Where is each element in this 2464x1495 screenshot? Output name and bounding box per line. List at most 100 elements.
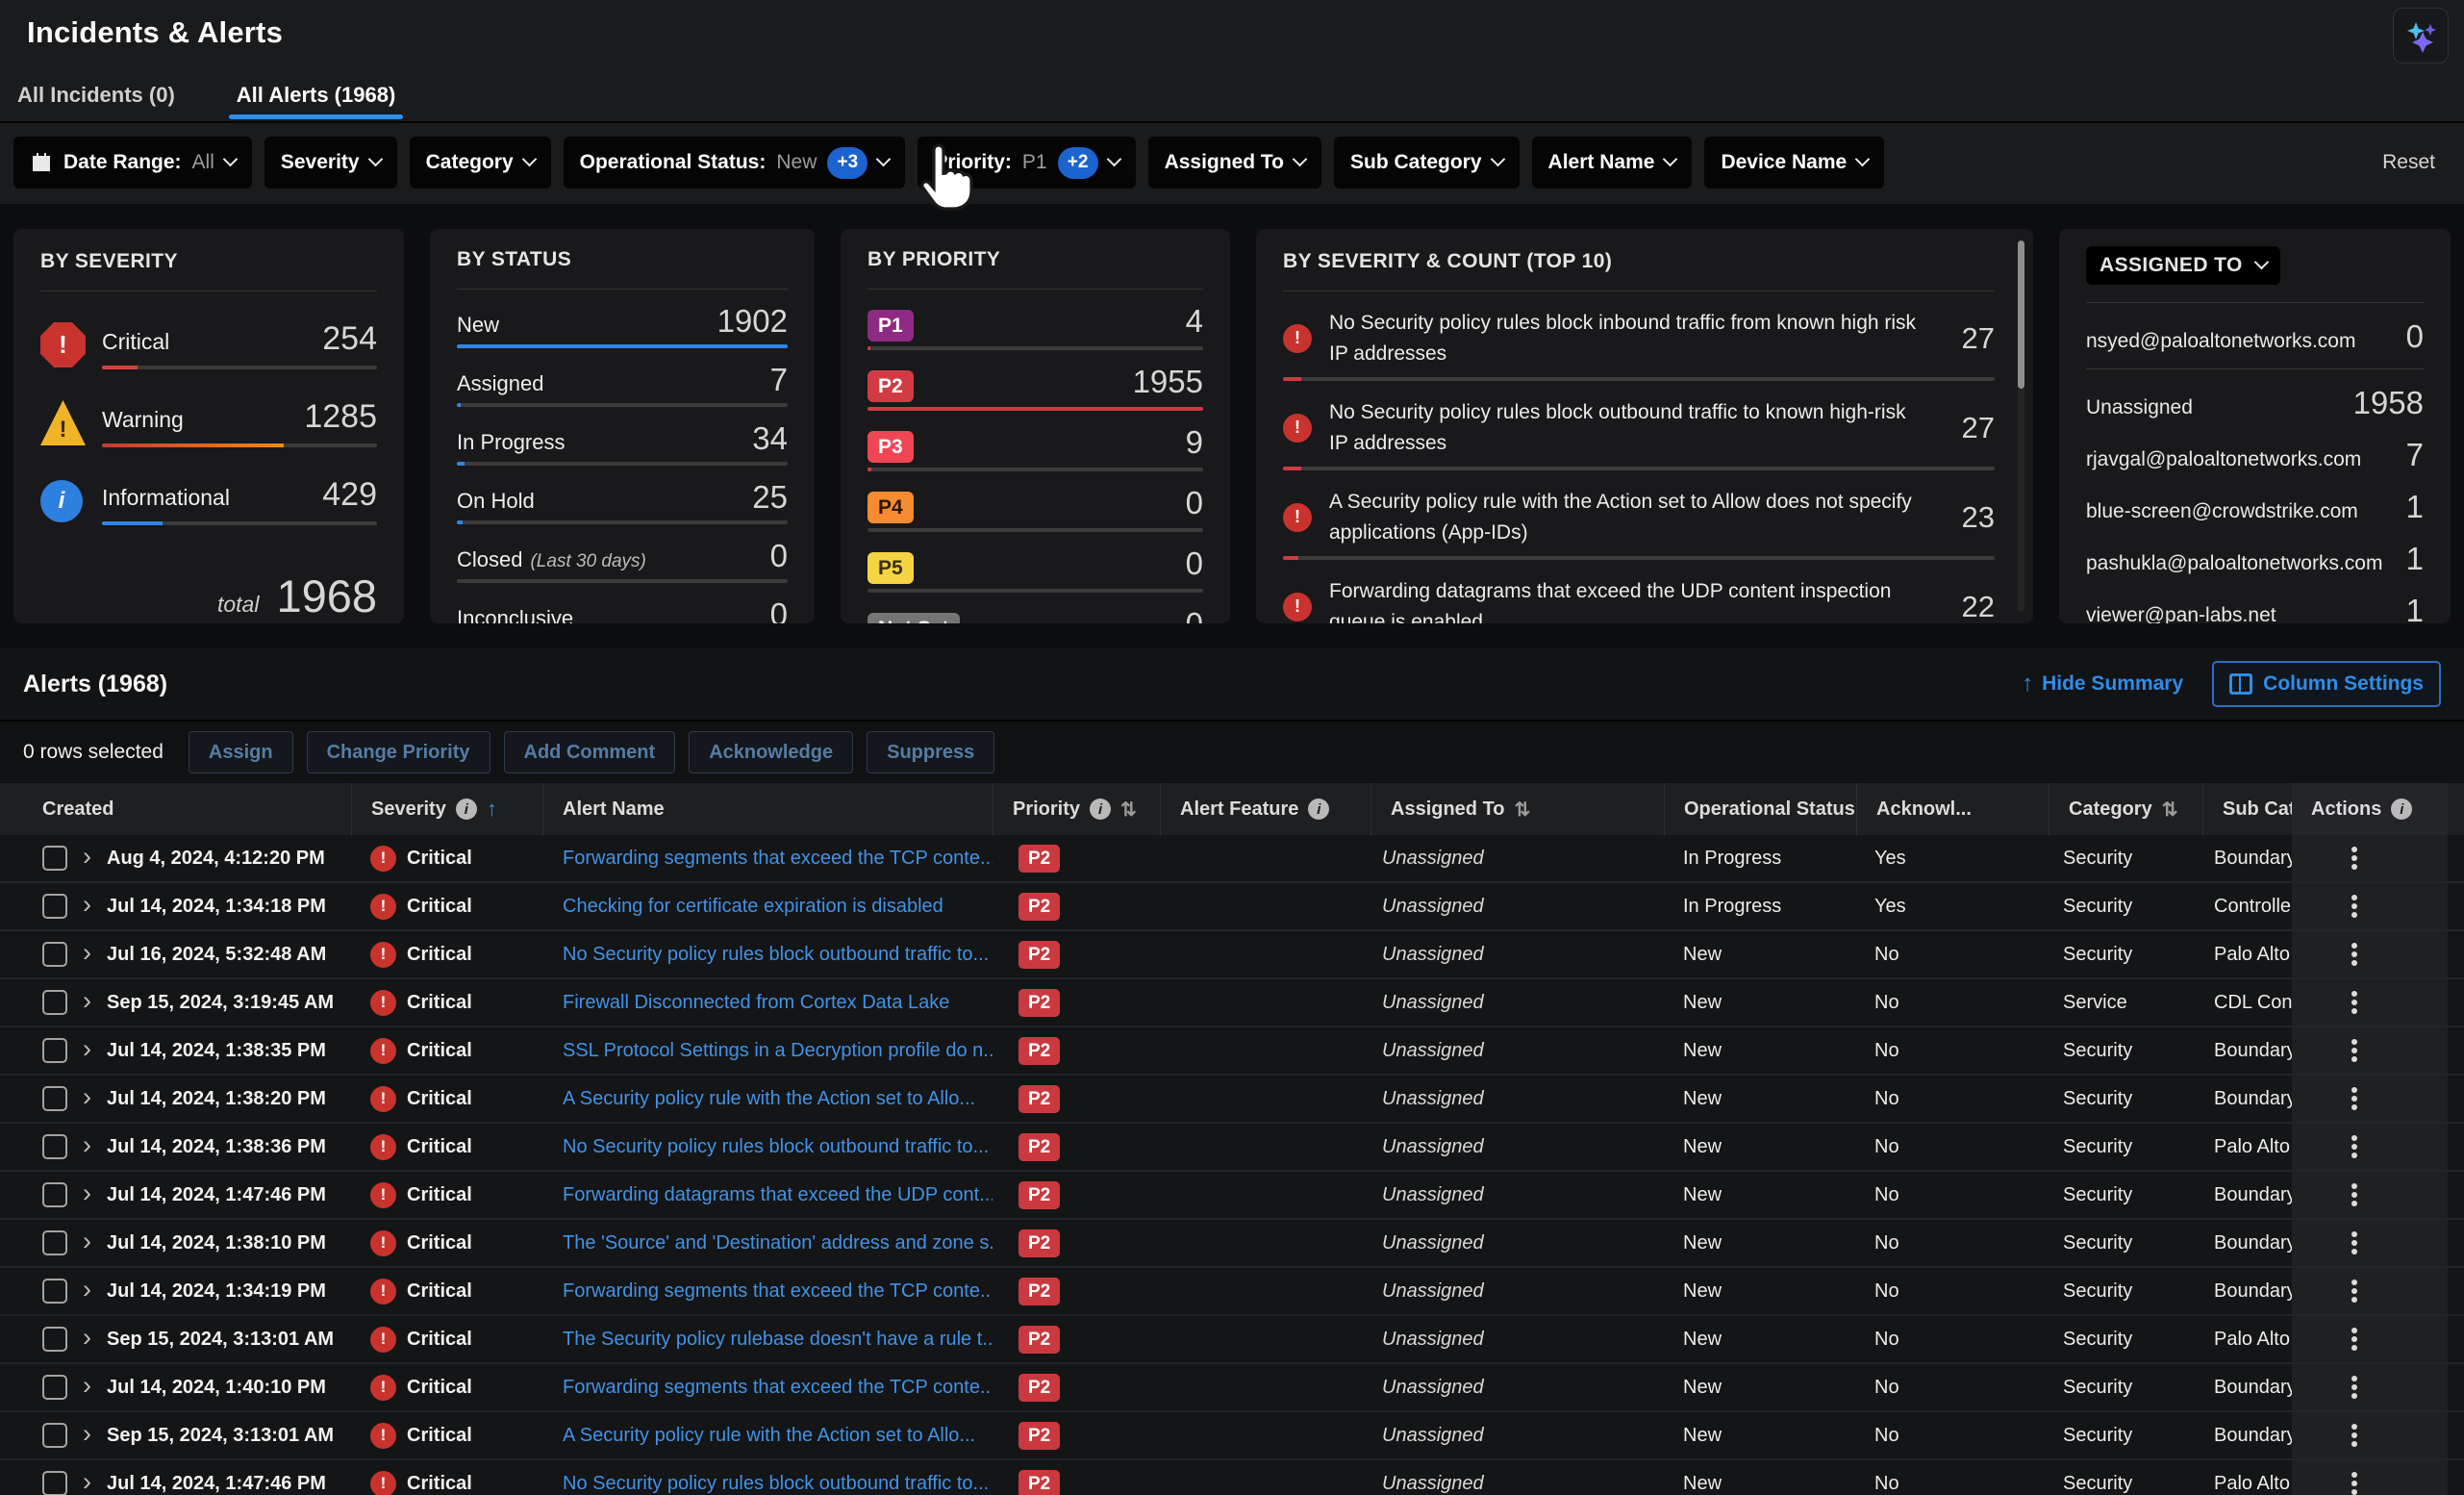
- column-header-severity[interactable]: Severityi↑: [351, 783, 542, 835]
- tab-all-incidents[interactable]: All Incidents (0): [13, 83, 179, 121]
- row-expand-chevron-icon[interactable]: ›: [83, 1182, 91, 1206]
- alert-name-link[interactable]: Forwarding datagrams that exceed the UDP…: [542, 1184, 993, 1206]
- assigned-to-value: Unassigned: [1370, 1425, 1664, 1447]
- info-icon: i: [1308, 798, 1329, 820]
- alert-name-link[interactable]: No Security policy rules block outbound …: [542, 1473, 993, 1495]
- row-checkbox[interactable]: [42, 1038, 67, 1063]
- bulk-action-button[interactable]: Assign: [189, 731, 293, 773]
- assigned-to-dropdown[interactable]: ASSIGNED TO: [2086, 246, 2280, 285]
- row-expand-chevron-icon[interactable]: ›: [83, 990, 91, 1014]
- card-scrollbar-track[interactable]: [2018, 241, 2024, 612]
- row-expand-chevron-icon[interactable]: ›: [83, 1086, 91, 1110]
- alert-name-link[interactable]: No Security policy rules block outbound …: [542, 1136, 993, 1158]
- filter-device-name[interactable]: Device Name: [1704, 137, 1884, 189]
- filter-priority[interactable]: Priority: P1 +2: [918, 137, 1135, 189]
- filter-date-range[interactable]: Date Range: All: [13, 137, 252, 189]
- row-expand-chevron-icon[interactable]: ›: [83, 942, 91, 966]
- row-checkbox[interactable]: [42, 1327, 67, 1352]
- alert-name-link[interactable]: The Security policy rulebase doesn't hav…: [542, 1329, 993, 1351]
- alert-name-link[interactable]: Firewall Disconnected from Cortex Data L…: [542, 992, 993, 1014]
- row-expand-chevron-icon[interactable]: ›: [83, 1038, 91, 1062]
- row-expand-chevron-icon[interactable]: ›: [83, 1375, 91, 1399]
- column-header-alert-name[interactable]: Alert Name: [542, 783, 993, 835]
- row-expand-chevron-icon[interactable]: ›: [83, 1471, 91, 1495]
- row-expand-chevron-icon[interactable]: ›: [83, 894, 91, 918]
- status-label: New: [457, 313, 499, 337]
- row-expand-chevron-icon[interactable]: ›: [83, 846, 91, 870]
- filter-sub-category[interactable]: Sub Category: [1334, 137, 1520, 189]
- kebab-menu-icon[interactable]: [2351, 903, 2357, 909]
- column-header-category[interactable]: Category⇅: [2049, 783, 2202, 835]
- kebab-menu-icon[interactable]: [2351, 1481, 2357, 1486]
- kebab-menu-icon[interactable]: [2351, 951, 2357, 957]
- column-header-assigned-to[interactable]: Assigned To⇅: [1370, 783, 1664, 835]
- column-header-priority[interactable]: Priorityi⇅: [993, 783, 1160, 835]
- status-bar: [457, 403, 461, 407]
- bulk-action-button[interactable]: Change Priority: [307, 731, 490, 773]
- alert-name-link[interactable]: Forwarding segments that exceed the TCP …: [542, 1280, 993, 1303]
- row-expand-chevron-icon[interactable]: ›: [83, 1279, 91, 1303]
- row-checkbox[interactable]: [42, 1230, 67, 1255]
- reset-filters-button[interactable]: Reset: [2382, 151, 2449, 174]
- filter-assigned-to[interactable]: Assigned To: [1148, 137, 1321, 189]
- row-checkbox[interactable]: [42, 1423, 67, 1448]
- alert-name-link[interactable]: SSL Protocol Settings in a Decryption pr…: [542, 1040, 993, 1062]
- row-checkbox[interactable]: [42, 894, 67, 919]
- column-settings-button[interactable]: Column Settings: [2212, 661, 2441, 707]
- row-checkbox[interactable]: [42, 1134, 67, 1159]
- column-header-operational-status[interactable]: Operational Status⇅: [1664, 783, 1856, 835]
- chevron-down-icon: [1663, 152, 1678, 167]
- bulk-action-button[interactable]: Acknowledge: [689, 731, 853, 773]
- kebab-menu-icon[interactable]: [2351, 1096, 2357, 1102]
- filter-operational-status[interactable]: Operational Status: New +3: [564, 137, 906, 189]
- kebab-menu-icon[interactable]: [2351, 1192, 2357, 1198]
- filter-label: Assigned To: [1165, 151, 1284, 174]
- row-actions-cell: [2292, 1364, 2448, 1410]
- tab-all-alerts[interactable]: All Alerts (1968): [233, 83, 399, 121]
- alert-name-link[interactable]: Checking for certificate expiration is d…: [542, 896, 993, 918]
- card-scrollbar-thumb[interactable]: [2018, 241, 2024, 389]
- row-checkbox[interactable]: [42, 942, 67, 967]
- kebab-menu-icon[interactable]: [2351, 1432, 2357, 1438]
- alert-name-link[interactable]: No Security policy rules block outbound …: [542, 944, 993, 966]
- alert-name-link[interactable]: A Security policy rule with the Action s…: [542, 1425, 993, 1447]
- ai-copilot-button[interactable]: [2393, 8, 2449, 63]
- alert-name-link[interactable]: Forwarding segments that exceed the TCP …: [542, 1377, 993, 1399]
- kebab-menu-icon[interactable]: [2351, 1000, 2357, 1005]
- filter-alert-name[interactable]: Alert Name: [1532, 137, 1693, 189]
- row-checkbox[interactable]: [42, 846, 67, 871]
- top10-row: ! Forwarding datagrams that exceed the U…: [1283, 576, 1995, 623]
- kebab-menu-icon[interactable]: [2351, 1288, 2357, 1294]
- row-checkbox[interactable]: [42, 1279, 67, 1304]
- filter-value: New: [776, 151, 817, 174]
- row-checkbox[interactable]: [42, 1182, 67, 1207]
- kebab-menu-icon[interactable]: [2351, 1384, 2357, 1390]
- kebab-menu-icon[interactable]: [2351, 1048, 2357, 1053]
- column-header-alert-feature[interactable]: Alert Featurei: [1160, 783, 1370, 835]
- row-expand-chevron-icon[interactable]: ›: [83, 1423, 91, 1447]
- column-header-acknowledged[interactable]: Acknowl...: [1856, 783, 2049, 835]
- bulk-action-button[interactable]: Suppress: [867, 731, 994, 773]
- row-checkbox[interactable]: [42, 1471, 67, 1495]
- bulk-action-button[interactable]: Add Comment: [504, 731, 676, 773]
- kebab-menu-icon[interactable]: [2351, 1240, 2357, 1246]
- row-expand-chevron-icon[interactable]: ›: [83, 1230, 91, 1254]
- operational-status-value: New: [1664, 944, 1856, 966]
- alert-name-link[interactable]: A Security policy rule with the Action s…: [542, 1088, 993, 1110]
- row-expand-chevron-icon[interactable]: ›: [83, 1327, 91, 1351]
- row-checkbox[interactable]: [42, 1375, 67, 1400]
- row-checkbox[interactable]: [42, 990, 67, 1015]
- alert-name-link[interactable]: Forwarding segments that exceed the TCP …: [542, 848, 993, 870]
- filter-category[interactable]: Category: [410, 137, 551, 189]
- chevron-down-icon: [223, 152, 239, 167]
- kebab-menu-icon[interactable]: [2351, 1336, 2357, 1342]
- filter-label: Date Range:: [63, 151, 182, 174]
- row-checkbox[interactable]: [42, 1086, 67, 1111]
- alert-name-link[interactable]: The 'Source' and 'Destination' address a…: [542, 1232, 993, 1254]
- kebab-menu-icon[interactable]: [2351, 1144, 2357, 1150]
- filter-severity[interactable]: Severity: [264, 137, 397, 189]
- row-expand-chevron-icon[interactable]: ›: [83, 1134, 91, 1158]
- column-header-created[interactable]: Created: [0, 783, 351, 835]
- kebab-menu-icon[interactable]: [2351, 855, 2357, 861]
- hide-summary-button[interactable]: ↑ Hide Summary: [2022, 671, 2183, 697]
